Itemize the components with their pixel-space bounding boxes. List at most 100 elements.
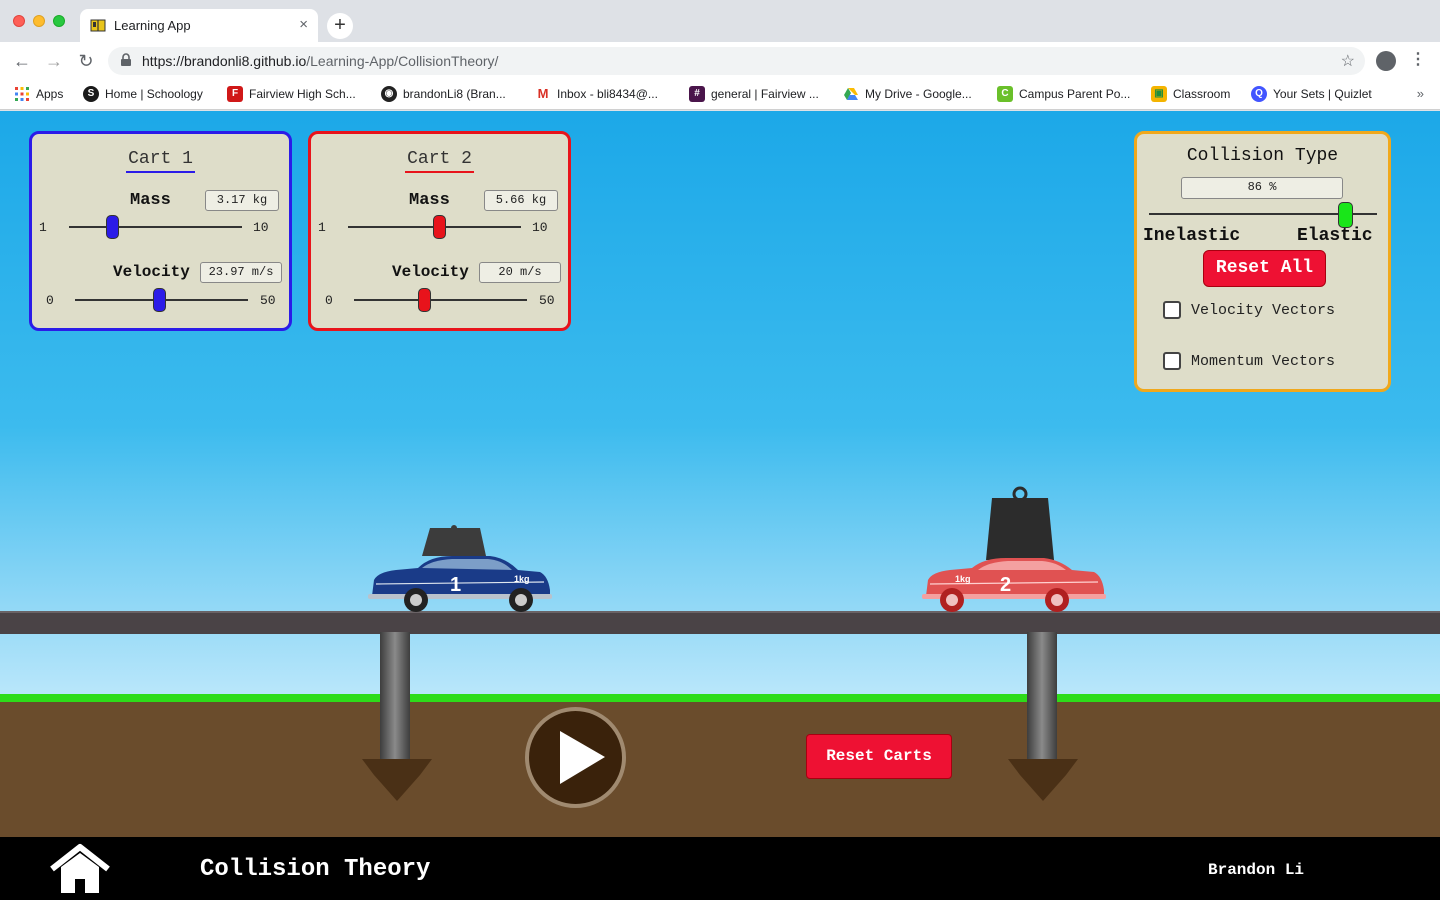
browser-tab[interactable]: Learning App × — [80, 9, 318, 42]
bridge-pillar-left — [380, 632, 410, 766]
play-icon — [560, 731, 605, 784]
url-host: https://brandonli8.github.io — [142, 53, 307, 69]
close-window-button[interactable] — [13, 15, 25, 27]
blue-car-icon — [368, 525, 552, 612]
collision-type-panel: Collision Type 86 % Inelastic Elastic Re… — [1134, 131, 1391, 392]
cart2-mass-label: Mass — [409, 191, 450, 210]
reset-all-button[interactable]: Reset All — [1203, 250, 1326, 287]
browser-menu-icon[interactable]: ⋮ — [1410, 49, 1426, 69]
cart2-car[interactable]: 2 1kg — [922, 486, 1106, 612]
quizlet-icon: Q — [1251, 86, 1267, 102]
cart1-weight-label: 1kg — [514, 574, 530, 584]
cart2-velocity-label: Velocity — [392, 263, 469, 281]
bookmark-quizlet[interactable]: Q Your Sets | Quizlet — [1251, 86, 1372, 104]
classroom-icon: ▣ — [1151, 86, 1167, 102]
browser-tab-bar: Learning App × + — [0, 0, 1440, 42]
cart1-mass-min: 1 — [39, 220, 47, 235]
cart2-mass-min: 1 — [318, 220, 326, 235]
inelastic-label: Inelastic — [1143, 226, 1241, 246]
cart2-velocity-slider-track[interactable] — [354, 299, 527, 301]
bookmark-classroom[interactable]: ▣ Classroom — [1151, 86, 1230, 104]
cart2-mass-value: 5.66 kg — [484, 190, 558, 211]
address-bar[interactable]: https://brandonli8.github.io/Learning-Ap… — [108, 47, 1365, 75]
tab-title: Learning App — [114, 18, 191, 33]
campus-icon: C — [997, 86, 1013, 102]
cart2-title: Cart 2 — [311, 149, 568, 173]
cart2-weight-label: 1kg — [955, 574, 971, 584]
cart2-velocity-max: 50 — [539, 293, 555, 308]
slack-icon: # — [689, 86, 705, 102]
bookmark-schoology[interactable]: S Home | Schoology — [83, 86, 203, 104]
browser-toolbar: ← → ↻ https://brandonli8.github.io/Learn… — [0, 42, 1440, 80]
minimize-window-button[interactable] — [33, 15, 45, 27]
cart1-velocity-max: 50 — [260, 293, 276, 308]
more-bookmarks-icon[interactable]: » — [1417, 86, 1424, 101]
bookmarks-bar: Apps S Home | Schoology F Fairview High Sc… — [0, 80, 1440, 110]
collision-type-title: Collision Type — [1186, 146, 1339, 166]
google-drive-icon — [844, 88, 858, 100]
reset-carts-button[interactable]: Reset Carts — [806, 734, 952, 779]
maximize-window-button[interactable] — [53, 15, 65, 27]
cart1-velocity-value: 23.97 m/s — [200, 262, 282, 283]
cart2-panel: Cart 2 Mass 5.66 kg 1 10 Velocity 20 m/s… — [308, 131, 571, 331]
cart2-velocity-slider-thumb[interactable] — [418, 288, 431, 312]
cart1-mass-slider-track[interactable] — [69, 226, 242, 228]
cart2-mass-slider-thumb[interactable] — [433, 215, 446, 239]
app-title: Collision Theory — [200, 856, 431, 883]
book-favicon-icon — [90, 19, 106, 32]
simulation-page: Cart 1 Mass 3.17 kg 1 10 Velocity 23.97 … — [0, 111, 1440, 900]
new-tab-button[interactable]: + — [327, 13, 353, 39]
cart1-velocity-min: 0 — [46, 293, 54, 308]
velocity-vectors-checkbox[interactable] — [1163, 301, 1181, 319]
reload-icon[interactable]: ↻ — [73, 48, 99, 74]
url-text: https://brandonli8.github.io/Learning-Ap… — [142, 53, 498, 69]
bookmark-fairview[interactable]: F Fairview High Sch... — [227, 86, 356, 104]
apps-grid-icon — [15, 87, 29, 101]
cart1-mass-max: 10 — [253, 220, 269, 235]
bookmark-gmail[interactable]: M Inbox - bli8434@... — [535, 86, 658, 104]
dirt-mound-right-icon — [1008, 759, 1078, 801]
back-arrow-icon[interactable]: ← — [9, 48, 35, 74]
momentum-vectors-checkbox[interactable] — [1163, 352, 1181, 370]
lock-icon — [121, 53, 131, 66]
elastic-label: Elastic — [1297, 226, 1373, 246]
cart1-title: Cart 1 — [32, 149, 289, 173]
gmail-icon: M — [535, 86, 551, 102]
dirt-ground — [0, 697, 1440, 837]
grass-strip — [0, 694, 1440, 702]
tab-close-icon[interactable]: × — [299, 16, 308, 33]
cart1-velocity-slider-thumb[interactable] — [153, 288, 166, 312]
home-icon[interactable] — [48, 843, 112, 895]
bookmark-star-icon[interactable]: ☆ — [1341, 51, 1355, 71]
profile-avatar-icon[interactable] — [1376, 51, 1396, 71]
cart2-velocity-value: 20 m/s — [479, 262, 561, 283]
cart1-mass-slider-thumb[interactable] — [106, 215, 119, 239]
url-path: /Learning-App/CollisionTheory/ — [306, 53, 499, 69]
cart2-velocity-min: 0 — [325, 293, 333, 308]
schoology-icon: S — [83, 86, 99, 102]
cart1-mass-label: Mass — [130, 191, 171, 210]
fairview-icon: F — [227, 86, 243, 102]
bookmark-slack[interactable]: # general | Fairview ... — [689, 86, 819, 104]
author-name: Brandon Li — [1208, 861, 1305, 879]
cart1-number-label: 1 — [450, 574, 462, 596]
dirt-mound-left-icon — [362, 759, 432, 801]
bookmark-apps[interactable]: Apps — [14, 86, 63, 104]
cart2-mass-max: 10 — [532, 220, 548, 235]
github-icon: ◉ — [381, 86, 397, 102]
cart1-mass-value: 3.17 kg — [205, 190, 279, 211]
cart1-car[interactable]: 1 1kg — [368, 524, 552, 612]
collision-percent-value: 86 % — [1181, 177, 1343, 199]
red-car-icon — [922, 486, 1106, 612]
bridge-pillar-right — [1027, 632, 1057, 766]
forward-arrow-icon[interactable]: → — [41, 48, 67, 74]
cart1-panel: Cart 1 Mass 3.17 kg 1 10 Velocity 23.97 … — [29, 131, 292, 331]
velocity-vectors-option[interactable]: Velocity Vectors — [1163, 301, 1335, 319]
play-button[interactable] — [525, 707, 626, 808]
bookmark-campus-parent[interactable]: C Campus Parent Po... — [997, 86, 1130, 104]
bookmark-google-drive[interactable]: My Drive - Google... — [843, 86, 972, 104]
collision-type-slider-thumb[interactable] — [1338, 202, 1353, 228]
cart1-velocity-label: Velocity — [113, 263, 190, 281]
momentum-vectors-option[interactable]: Momentum Vectors — [1163, 352, 1335, 370]
bookmark-github[interactable]: ◉ brandonLi8 (Bran... — [381, 86, 506, 104]
